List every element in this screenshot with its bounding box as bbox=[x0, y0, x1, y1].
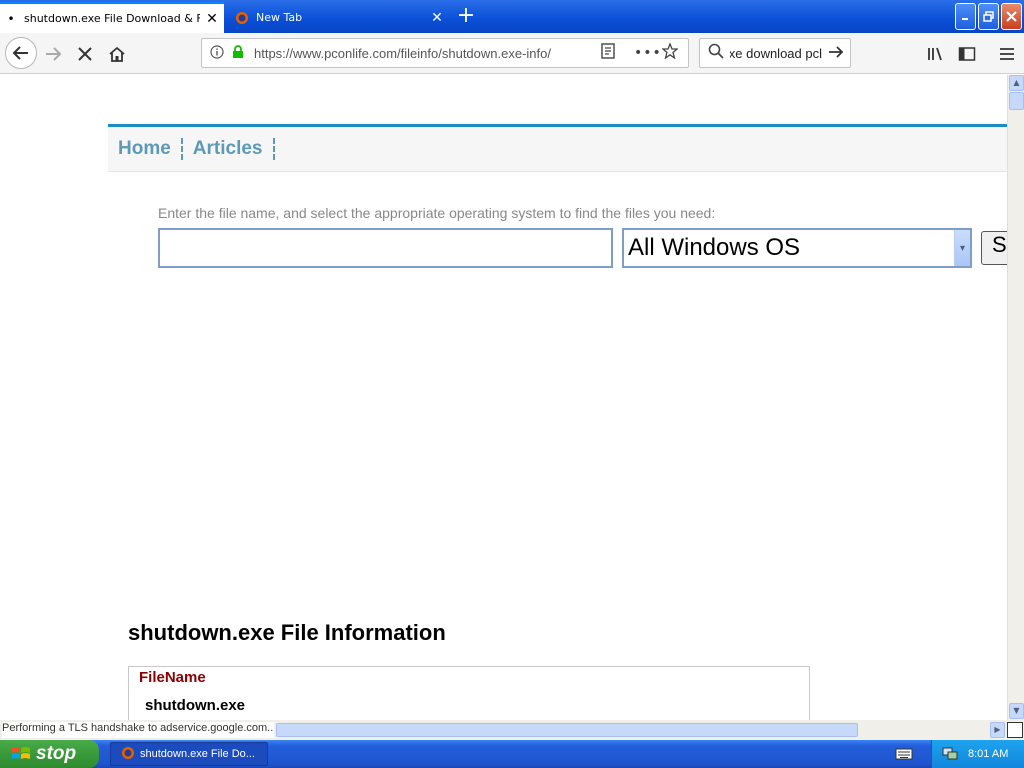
system-tray: 8:01 AM bbox=[931, 740, 1024, 768]
status-row: Performing a TLS handshake to adservice.… bbox=[0, 720, 1024, 740]
start-label: stop bbox=[36, 743, 77, 764]
os-select-value: All Windows OS bbox=[628, 234, 801, 261]
tab-label: New Tab bbox=[256, 11, 303, 24]
resize-corner[interactable] bbox=[1007, 722, 1023, 738]
lock-icon bbox=[232, 44, 244, 63]
firefox-icon bbox=[120, 746, 136, 763]
close-button[interactable] bbox=[1001, 3, 1022, 30]
site-nav-home-link[interactable]: Home bbox=[108, 138, 183, 160]
library-icon[interactable] bbox=[924, 41, 946, 67]
taskbar-item-label: shutdown.exe File Do... bbox=[140, 748, 255, 760]
search-bar[interactable]: exe download pcl bbox=[699, 38, 851, 68]
taskbar: stop shutdown.exe File Do... 8:01 AM bbox=[0, 740, 1024, 768]
clock: 8:01 AM bbox=[968, 748, 1009, 760]
tab-new-tab[interactable]: New Tab ✕ bbox=[225, 2, 449, 33]
taskbar-item-firefox[interactable]: shutdown.exe File Do... bbox=[110, 742, 268, 766]
reader-view-icon[interactable] bbox=[600, 43, 620, 63]
forward-arrow-icon[interactable] bbox=[40, 41, 66, 67]
start-button[interactable]: stop bbox=[0, 740, 99, 768]
tab-strip: • shutdown.exe File Download & Fix ✕ New… bbox=[0, 0, 1024, 33]
search-submit-button[interactable]: S bbox=[981, 231, 1007, 265]
bookmark-star-icon[interactable] bbox=[661, 42, 682, 63]
tab-label: shutdown.exe File Download & Fix bbox=[24, 12, 200, 25]
home-icon[interactable] bbox=[104, 41, 130, 67]
stop-loading-icon[interactable] bbox=[72, 41, 98, 67]
firefox-icon bbox=[234, 11, 250, 25]
horizontal-scroll-thumb[interactable] bbox=[276, 723, 858, 737]
status-text: Performing a TLS handshake to adservice.… bbox=[2, 722, 274, 738]
file-info-heading: shutdown.exe File Information bbox=[128, 620, 446, 645]
info-icon[interactable] bbox=[210, 44, 226, 63]
minimize-button[interactable] bbox=[955, 3, 976, 30]
url-bar[interactable]: https://www.pconlife.com/fileinfo/shutdo… bbox=[201, 38, 689, 68]
network-icon[interactable] bbox=[942, 746, 958, 763]
tab-shutdown[interactable]: • shutdown.exe File Download & Fix ✕ bbox=[0, 2, 224, 33]
search-icon bbox=[708, 43, 726, 63]
page-content: Home Articles Enter the file name, and s… bbox=[0, 75, 1007, 720]
vertical-scroll-thumb[interactable] bbox=[1009, 92, 1024, 110]
search-go-arrow-icon[interactable] bbox=[828, 44, 844, 63]
site-nav: Home Articles bbox=[108, 124, 1007, 172]
sidebar-icon[interactable] bbox=[956, 41, 978, 67]
os-select[interactable]: All Windows OS ▾ bbox=[622, 228, 972, 268]
search-input[interactable]: exe download pcl bbox=[730, 46, 822, 61]
filename-label: FileName bbox=[139, 669, 206, 686]
scroll-up-icon[interactable]: ▲ bbox=[1009, 75, 1024, 91]
tab-close-icon[interactable]: ✕ bbox=[200, 11, 224, 27]
page-actions-icon[interactable]: ••• bbox=[634, 45, 661, 61]
file-name-input[interactable] bbox=[158, 228, 613, 268]
keyboard-icon[interactable] bbox=[895, 747, 913, 761]
back-arrow-icon[interactable] bbox=[5, 37, 37, 69]
scroll-right-icon[interactable]: ▶ bbox=[990, 722, 1005, 738]
chevron-down-icon[interactable]: ▾ bbox=[954, 230, 970, 266]
scroll-down-icon[interactable]: ▼ bbox=[1009, 703, 1024, 719]
restore-button[interactable] bbox=[978, 3, 999, 30]
hamburger-menu-icon[interactable] bbox=[996, 41, 1018, 67]
site-nav-articles-link[interactable]: Articles bbox=[183, 138, 275, 160]
tab-close-icon[interactable]: ✕ bbox=[425, 10, 449, 26]
filename-value: shutdown.exe bbox=[145, 697, 246, 714]
vertical-scrollbar[interactable]: ▲ ▼ bbox=[1007, 75, 1024, 720]
search-hint-text: Enter the file name, and select the appr… bbox=[158, 205, 716, 221]
new-tab-button[interactable]: + bbox=[452, 4, 480, 30]
file-info-table: FileName shutdown.exe bbox=[128, 666, 810, 720]
tab-loading-icon: • bbox=[7, 11, 15, 26]
navigation-toolbar: https://www.pconlife.com/fileinfo/shutdo… bbox=[0, 33, 1024, 74]
url-text[interactable]: https://www.pconlife.com/fileinfo/shutdo… bbox=[254, 46, 600, 61]
windows-logo-icon bbox=[12, 747, 30, 759]
